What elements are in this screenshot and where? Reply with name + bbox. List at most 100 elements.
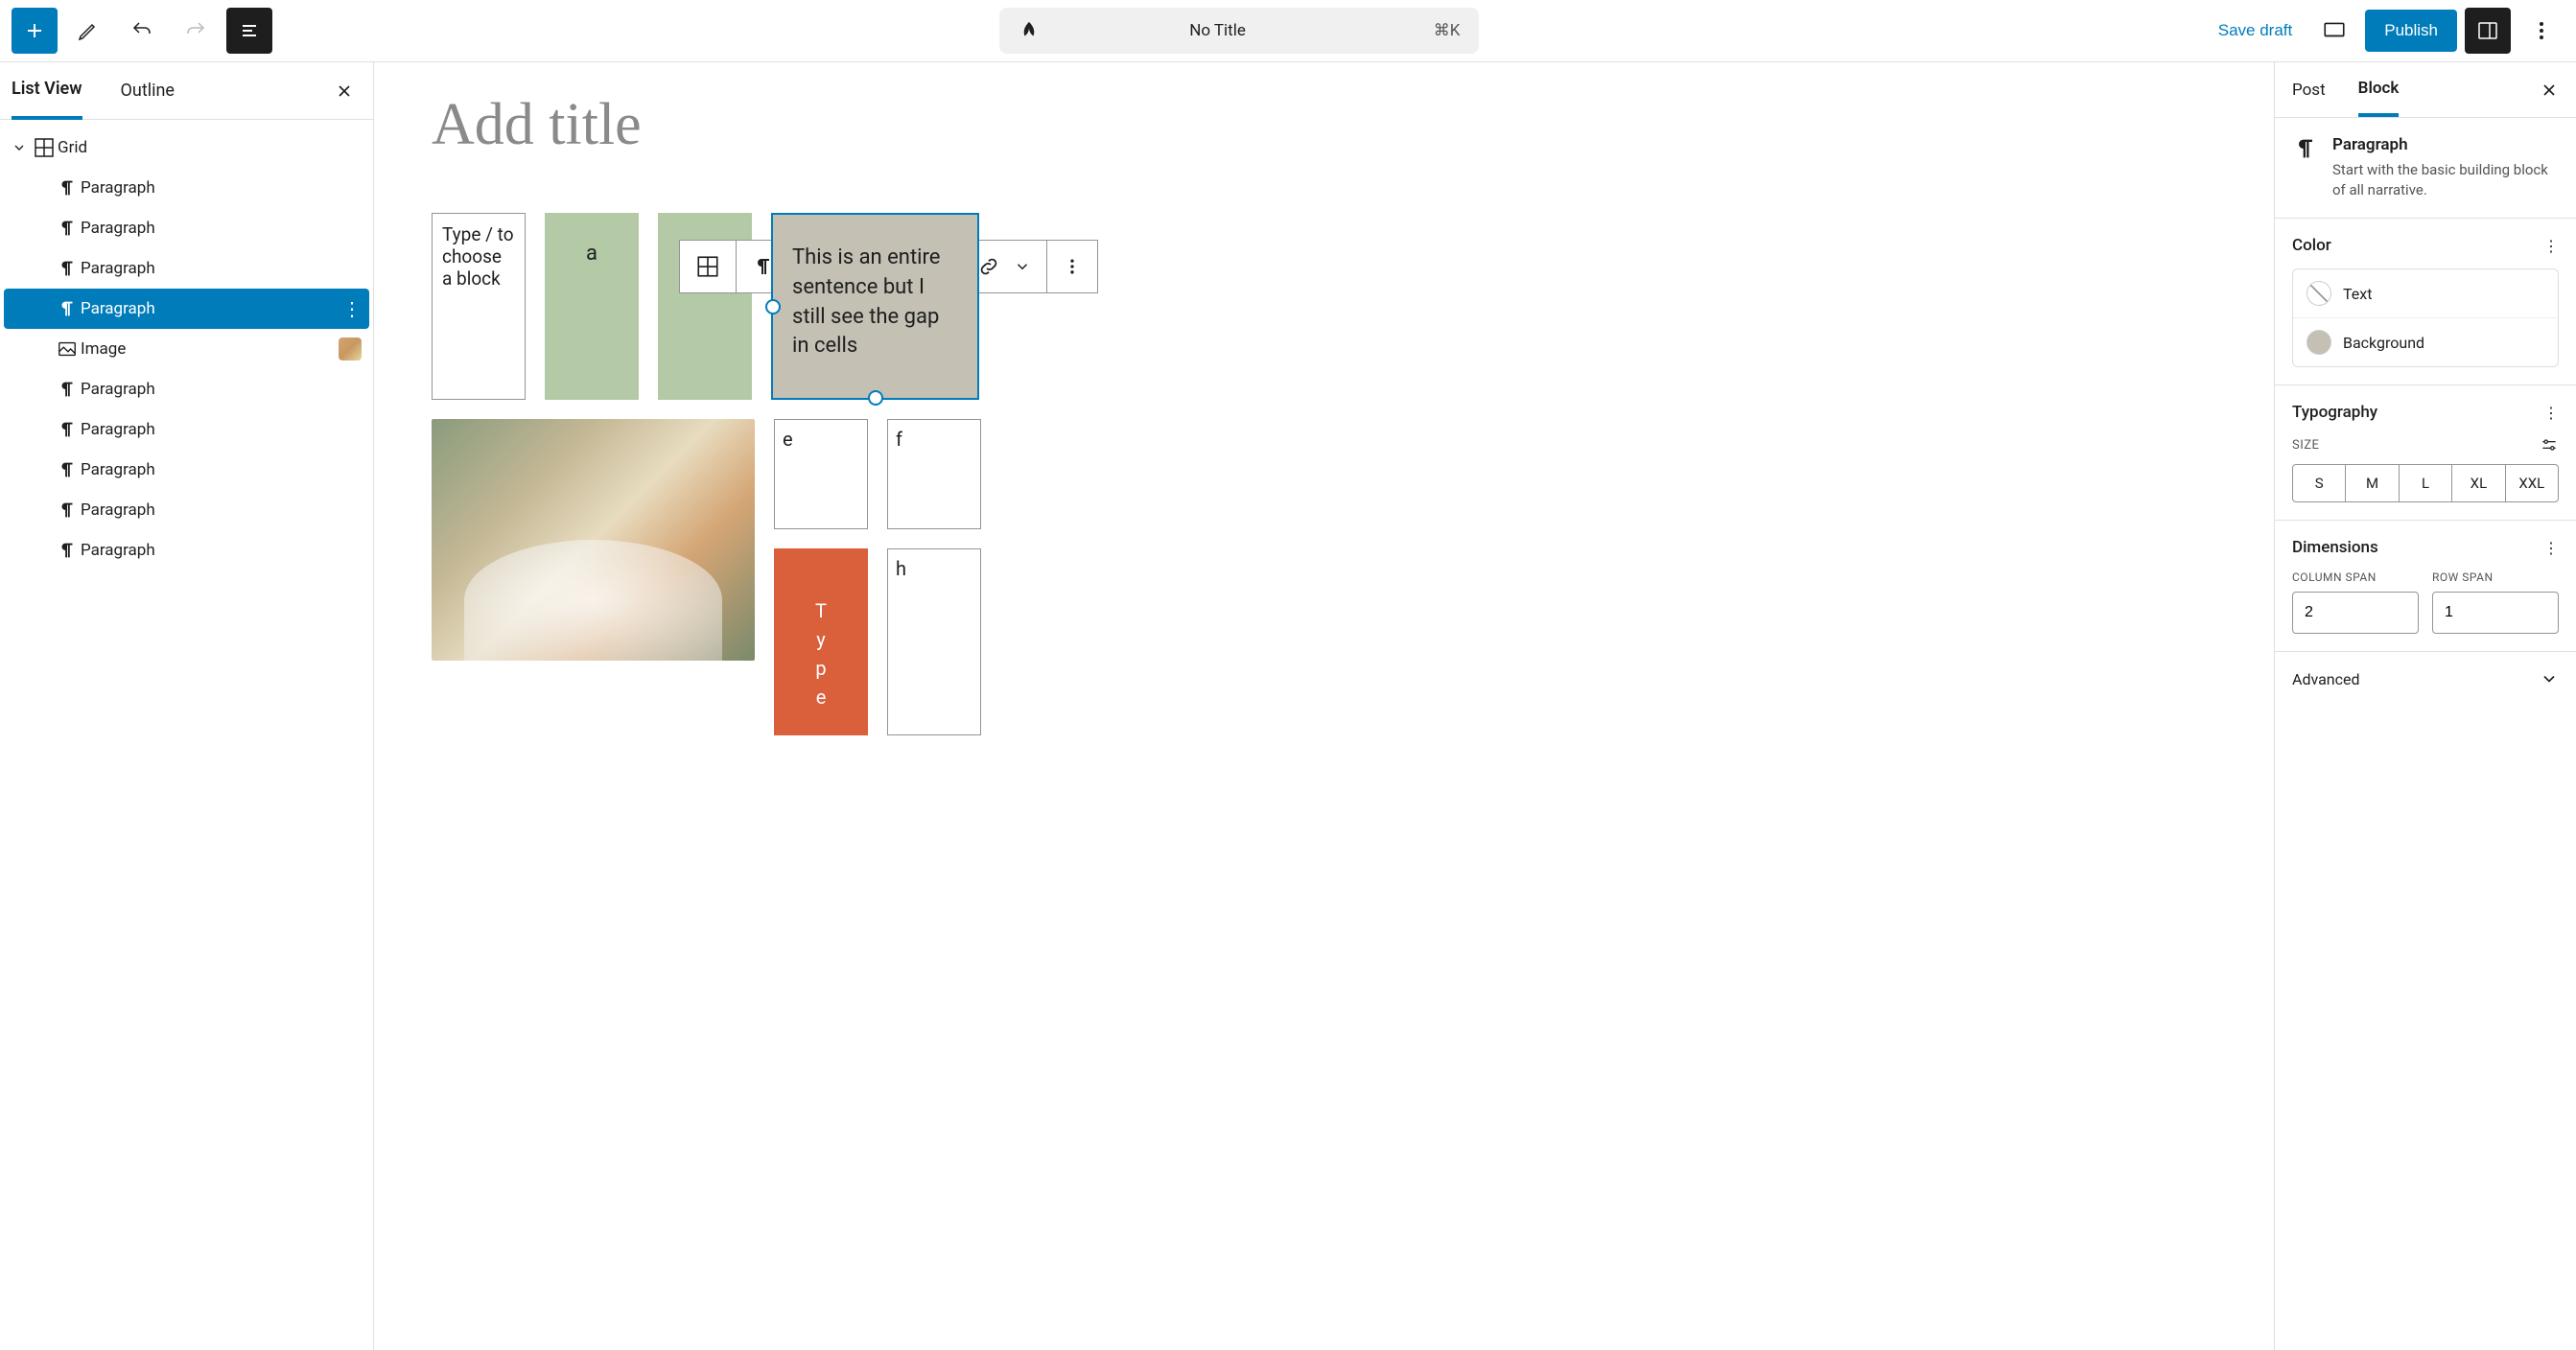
- block-name: Paragraph: [2332, 135, 2559, 154]
- tree-item-paragraph[interactable]: Paragraph: [4, 369, 369, 409]
- close-icon: [335, 81, 354, 101]
- grid-cell-selected[interactable]: This is an entire sentence but I still s…: [771, 213, 979, 400]
- top-toolbar: No Title ⌘K Save draft Publish: [0, 0, 2576, 62]
- tree-item-image[interactable]: Image: [4, 329, 369, 369]
- paragraph-icon: [57, 419, 78, 440]
- grid-cell-orange[interactable]: T y p e: [774, 548, 868, 735]
- redo-button[interactable]: [173, 8, 219, 54]
- undo-icon: [130, 19, 153, 42]
- resize-handle-bottom[interactable]: [868, 390, 883, 406]
- edit-mode-button[interactable]: [65, 8, 111, 54]
- tree-item-label: Paragraph: [81, 299, 155, 318]
- tree-item-paragraph[interactable]: Paragraph: [4, 530, 369, 570]
- tree-item-label: Paragraph: [81, 460, 155, 479]
- section-title: Color: [2292, 236, 2331, 255]
- tree-item-more-button[interactable]: ⋮: [342, 297, 362, 320]
- chevron-down-icon: [2540, 669, 2559, 688]
- size-custom-toggle[interactable]: [2540, 435, 2559, 454]
- command-label: No Title: [1011, 21, 1423, 40]
- list-view-icon: [238, 19, 261, 42]
- block-more-button[interactable]: [1047, 241, 1097, 292]
- section-more-button[interactable]: ⋮: [2543, 237, 2559, 255]
- tree-item-paragraph-selected[interactable]: Paragraph ⋮: [4, 289, 369, 329]
- command-palette-button[interactable]: No Title ⌘K: [999, 8, 1479, 54]
- tree-item-label: Paragraph: [81, 178, 155, 198]
- advanced-section-toggle[interactable]: Advanced: [2275, 652, 2576, 706]
- text-color-button[interactable]: Text: [2293, 269, 2558, 317]
- tree-item-label: Paragraph: [81, 380, 155, 399]
- tree-item-paragraph[interactable]: Paragraph: [4, 450, 369, 490]
- section-more-button[interactable]: ⋮: [2543, 404, 2559, 422]
- tab-outline[interactable]: Outline: [121, 63, 175, 118]
- link-button[interactable]: [977, 255, 1000, 278]
- document-overview-panel: List View Outline Grid Paragraph Paragra…: [0, 62, 374, 1350]
- size-xxl[interactable]: XXL: [2506, 465, 2558, 501]
- tree-item-grid[interactable]: Grid: [4, 128, 369, 168]
- save-draft-button[interactable]: Save draft: [2207, 21, 2305, 40]
- desktop-icon: [2322, 18, 2347, 43]
- plus-icon: [23, 19, 46, 42]
- grid-cell-a[interactable]: a: [545, 213, 639, 400]
- paragraph-icon: [57, 298, 78, 319]
- tab-block[interactable]: Block: [2358, 63, 2400, 117]
- size-l[interactable]: L: [2400, 465, 2452, 501]
- grid-cell-e[interactable]: e: [774, 419, 868, 529]
- size-m[interactable]: M: [2346, 465, 2399, 501]
- document-overview-button[interactable]: [226, 8, 272, 54]
- close-settings-button[interactable]: [2540, 81, 2559, 100]
- close-icon: [2540, 81, 2559, 100]
- background-color-button[interactable]: Background: [2293, 317, 2558, 366]
- sliders-icon: [2540, 435, 2559, 454]
- block-tree: Grid Paragraph Paragraph Paragraph Parag…: [0, 120, 373, 578]
- pencil-icon: [77, 19, 100, 42]
- editor-canvas[interactable]: Add title B I Type / to choose a block a…: [374, 62, 2274, 1350]
- image-thumbnail: [339, 338, 362, 361]
- paragraph-icon: [57, 218, 78, 239]
- paragraph-icon: [57, 379, 78, 400]
- tree-item-label: Image: [81, 339, 126, 359]
- color-section: Color ⋮ Text Background: [2275, 219, 2576, 385]
- section-more-button[interactable]: ⋮: [2543, 539, 2559, 557]
- undo-button[interactable]: [119, 8, 165, 54]
- parent-block-button[interactable]: [680, 241, 737, 292]
- row-span-input[interactable]: [2432, 592, 2559, 634]
- section-title: Dimensions: [2292, 538, 2378, 557]
- tree-item-paragraph[interactable]: Paragraph: [4, 409, 369, 450]
- block-info: Paragraph Start with the basic building …: [2275, 118, 2576, 219]
- add-block-button[interactable]: [12, 8, 58, 54]
- size-s[interactable]: S: [2293, 465, 2346, 501]
- post-title-input[interactable]: Add title: [432, 91, 2216, 159]
- tree-item-paragraph[interactable]: Paragraph: [4, 168, 369, 208]
- column-span-input[interactable]: [2292, 592, 2419, 634]
- close-overview-button[interactable]: [327, 74, 362, 108]
- preview-button[interactable]: [2311, 8, 2357, 54]
- tree-item-paragraph[interactable]: Paragraph: [4, 208, 369, 248]
- section-title: Typography: [2292, 403, 2377, 422]
- publish-button[interactable]: Publish: [2365, 10, 2457, 52]
- command-shortcut: ⌘K: [1434, 21, 1461, 40]
- color-label: Text: [2343, 285, 2372, 303]
- tab-post[interactable]: Post: [2292, 65, 2326, 115]
- more-format-button[interactable]: [1014, 258, 1031, 275]
- tab-list-view[interactable]: List View: [12, 61, 82, 120]
- tree-item-label: Paragraph: [81, 500, 155, 520]
- section-title: Advanced: [2292, 670, 2360, 688]
- swatch-none-icon: [2307, 281, 2331, 306]
- resize-handle-left[interactable]: [765, 299, 781, 314]
- color-label: Background: [2343, 334, 2424, 352]
- settings-sidebar-toggle[interactable]: [2465, 8, 2511, 54]
- tree-item-paragraph[interactable]: Paragraph: [4, 490, 369, 530]
- grid-cell-image[interactable]: [432, 419, 755, 661]
- dimensions-section: Dimensions ⋮ COLUMN SPAN ROW SPAN: [2275, 521, 2576, 652]
- kebab-icon: [1063, 255, 1082, 278]
- more-options-button[interactable]: [2518, 8, 2564, 54]
- paragraph-icon: [57, 500, 78, 521]
- paragraph-icon: [57, 459, 78, 480]
- tree-item-paragraph[interactable]: Paragraph: [4, 248, 369, 289]
- grid-cell-f[interactable]: f: [887, 419, 981, 529]
- tree-item-label: Paragraph: [81, 420, 155, 439]
- size-xl[interactable]: XL: [2452, 465, 2505, 501]
- grid-cell-empty[interactable]: Type / to choose a block: [432, 213, 526, 400]
- grid-cell-h[interactable]: h: [887, 548, 981, 735]
- row-span-label: ROW SPAN: [2432, 570, 2559, 584]
